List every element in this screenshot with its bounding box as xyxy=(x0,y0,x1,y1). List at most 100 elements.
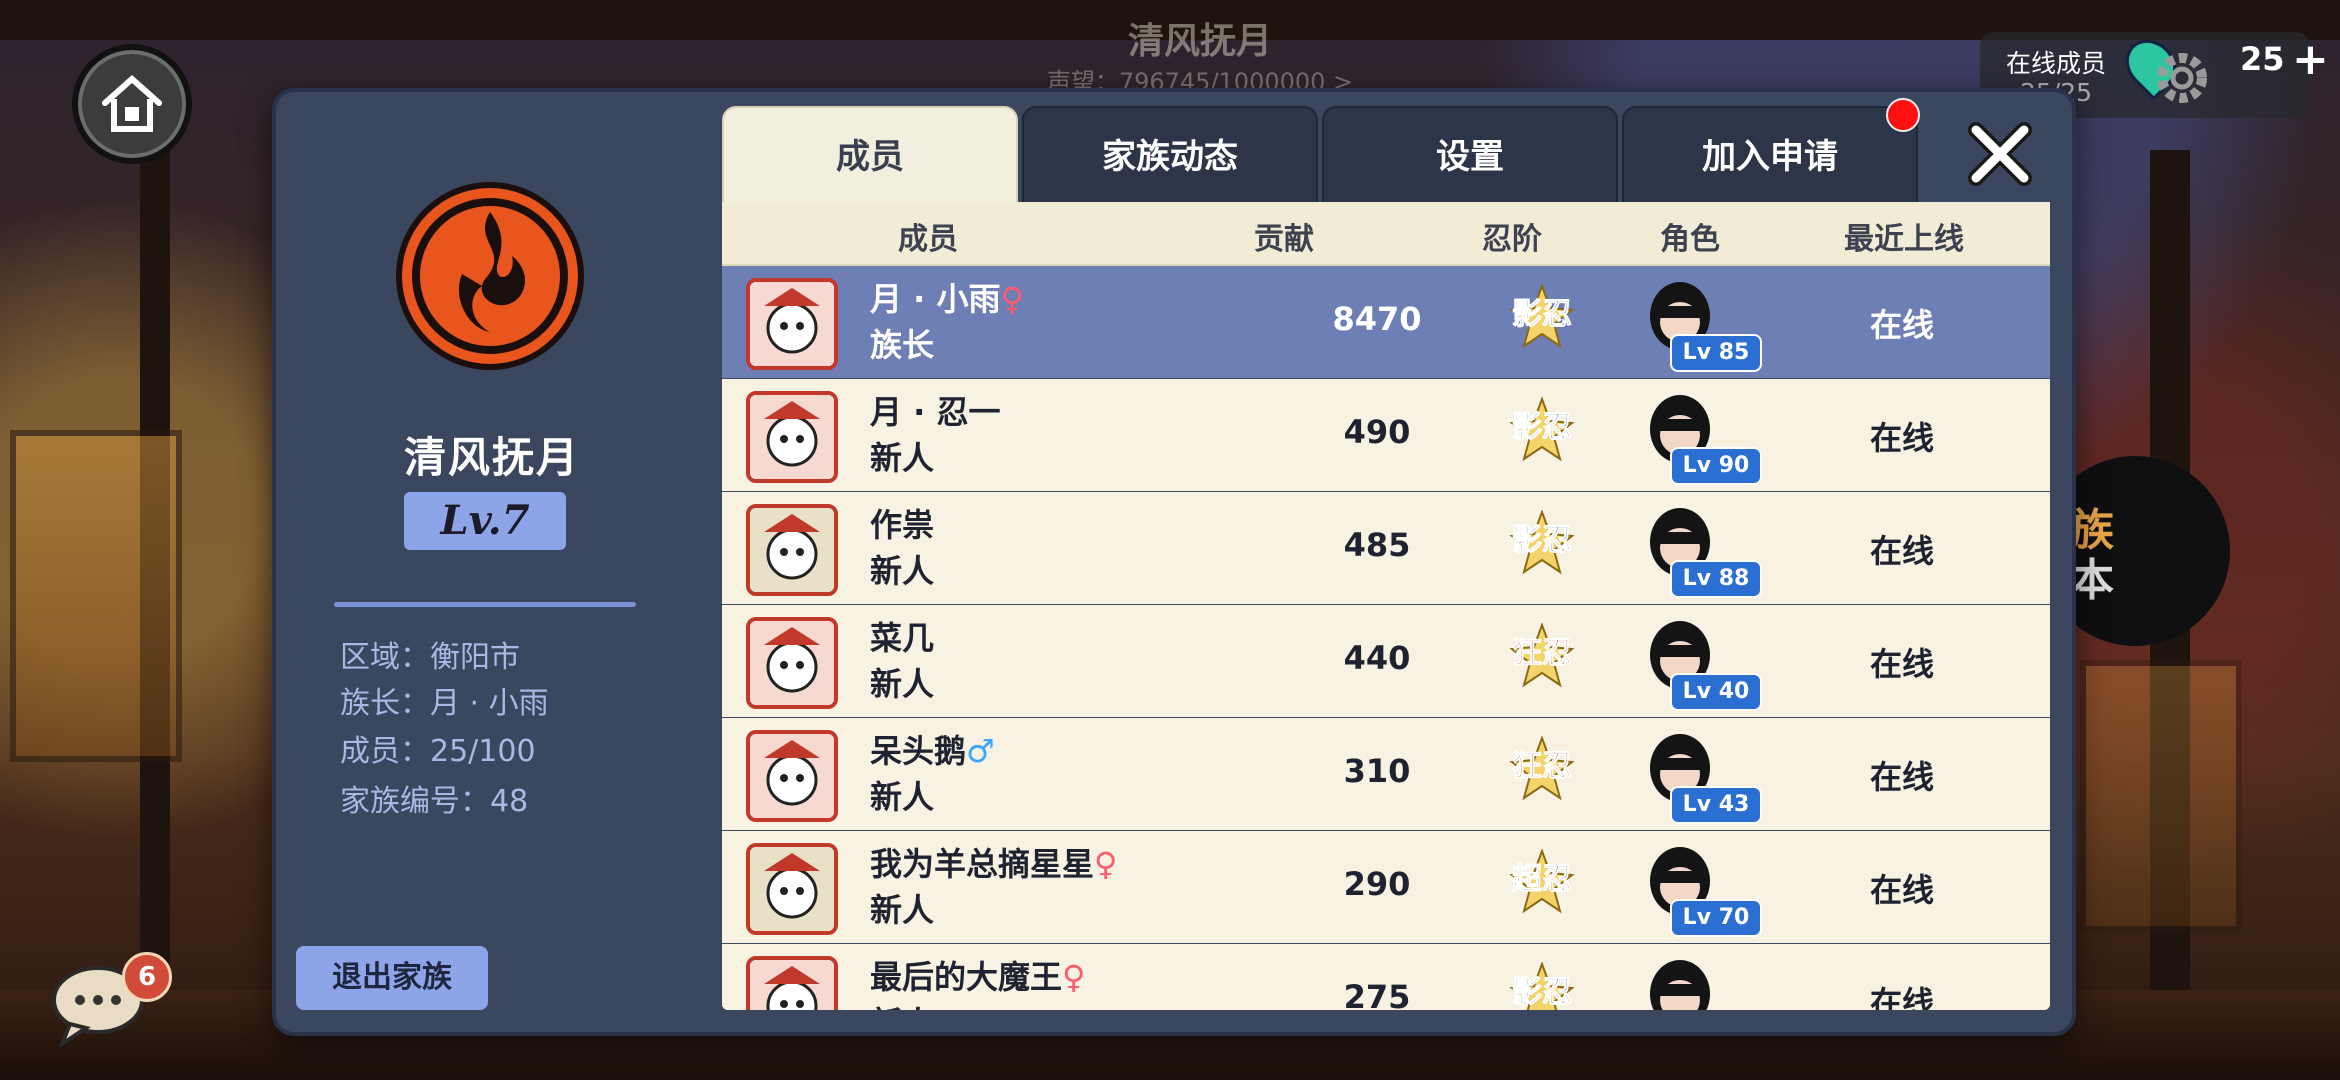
avatar-icon xyxy=(750,282,834,366)
member-name-text: 最后的大魔王 xyxy=(870,958,1063,996)
ninja-rank-badge: 影忍 xyxy=(1509,284,1575,349)
member-rank: 新人 xyxy=(870,552,935,590)
role-portrait-icon[interactable] xyxy=(1622,948,1738,1010)
member-contribution: 310 xyxy=(1343,752,1411,790)
member-avatar[interactable] xyxy=(746,617,838,709)
ninja-rank-text: 影忍 xyxy=(1512,298,1572,331)
header-ninja-rank: 忍阶 xyxy=(1482,222,1542,257)
ninja-rank-badge: 影忍 xyxy=(1509,510,1575,575)
table-row[interactable]: 最后的大魔王♀ 新人 275 影忍 Lv 72 在线 xyxy=(722,944,2050,1010)
table-row[interactable]: 月 · 忍一 新人 490 影忍 Lv 90 在线 xyxy=(722,379,2050,494)
ninja-rank-text: 狂忍 xyxy=(1512,750,1572,783)
close-icon[interactable] xyxy=(1964,118,2036,190)
member-name-text: 呆头鹅 xyxy=(870,732,967,770)
member-avatar[interactable] xyxy=(746,278,838,370)
gear-icon[interactable] xyxy=(2150,46,2214,110)
family-id: 家族编号：48 xyxy=(340,784,529,819)
member-name-text: 我为羊总摘星星 xyxy=(870,845,1095,883)
avatar-icon xyxy=(750,847,834,931)
member-name-text: 菜几 xyxy=(870,619,935,657)
ninja-rank-badge: 影忍 xyxy=(1509,962,1575,1010)
member-rank: 族长 xyxy=(870,326,935,364)
member-last-online: 在线 xyxy=(1869,758,1934,796)
lantern-window xyxy=(10,430,182,762)
member-name: 我为羊总摘星星♀ xyxy=(870,839,1117,885)
table-row[interactable]: 作祟 新人 485 影忍 Lv 88 在线 xyxy=(722,492,2050,607)
table-row[interactable]: 呆头鹅♂ 新人 310 狂忍 Lv 43 在线 xyxy=(722,718,2050,833)
member-contribution: 440 xyxy=(1343,639,1411,677)
chat-notification-badge: 6 xyxy=(122,952,172,1002)
role-level: Lv 43 xyxy=(1670,786,1762,824)
member-rank: 新人 xyxy=(870,891,935,929)
member-rank: 新人 xyxy=(870,439,935,477)
tab-settings[interactable]: 设置 xyxy=(1322,106,1618,208)
member-name: 最后的大魔王♀ xyxy=(870,952,1085,998)
tab-family-activity[interactable]: 家族动态 xyxy=(1022,106,1318,208)
member-name-text: 作祟 xyxy=(870,506,935,544)
member-contribution: 485 xyxy=(1343,526,1411,564)
player-count: 25 xyxy=(2240,40,2285,78)
tab-join-requests[interactable]: 加入申请 xyxy=(1622,106,1918,208)
ninja-rank-badge: 超忍 xyxy=(1509,849,1575,914)
role-level: Lv 70 xyxy=(1670,899,1762,937)
member-avatar[interactable] xyxy=(746,956,838,1010)
avatar-icon xyxy=(750,734,834,818)
gender-icon: ♀ xyxy=(1000,280,1024,318)
member-contribution: 8470 xyxy=(1332,300,1422,338)
family-level-badge: Lv.7 xyxy=(404,492,566,550)
member-rank: 新人 xyxy=(870,778,935,816)
ninja-rank-text: 狂忍 xyxy=(1512,637,1572,670)
add-button[interactable]: + xyxy=(2292,34,2329,85)
member-name: 月 · 小雨♀ xyxy=(870,274,1024,320)
table-row[interactable]: 菜几 新人 440 狂忍 Lv 40 在线 xyxy=(722,605,2050,720)
ninja-rank-text: 影忍 xyxy=(1512,411,1572,444)
member-avatar[interactable] xyxy=(746,391,838,483)
header-role: 角色 xyxy=(1660,222,1720,257)
member-name: 呆头鹅♂ xyxy=(870,726,995,772)
ninja-rank-text: 影忍 xyxy=(1512,976,1572,1009)
header-member: 成员 xyxy=(898,222,958,257)
family-leader: 族长：月 · 小雨 xyxy=(340,686,549,721)
member-contribution: 275 xyxy=(1343,978,1411,1010)
role-level: Lv 85 xyxy=(1670,334,1762,372)
member-avatar[interactable] xyxy=(746,843,838,935)
avatar-icon xyxy=(750,508,834,592)
member-name: 月 · 忍一 xyxy=(870,387,1000,433)
member-name: 菜几 xyxy=(870,613,934,659)
header-last-online: 最近上线 xyxy=(1844,222,1964,257)
family-base-label-2: 本 xyxy=(2070,555,2114,606)
role-level: Lv 88 xyxy=(1670,560,1762,598)
table-row[interactable]: 月 · 小雨♀ 族长 8470 影忍 Lv 85 在线 xyxy=(722,266,2050,381)
member-avatar[interactable] xyxy=(746,504,838,596)
member-name: 作祟 xyxy=(870,500,934,546)
quit-family-button[interactable]: 退出家族 xyxy=(296,946,488,1010)
member-last-online: 在线 xyxy=(1869,419,1934,457)
members-table: 成员 贡献 忍阶 角色 最近上线 月 · 小雨♀ 族长 8470 影忍 Lv 8… xyxy=(722,202,2050,1010)
gender-icon: ♀ xyxy=(1094,845,1118,883)
gender-icon: ♀ xyxy=(1062,958,1086,996)
ninja-rank-badge: 狂忍 xyxy=(1509,736,1575,801)
member-last-online: 在线 xyxy=(1869,984,1934,1010)
role-level: Lv 40 xyxy=(1670,673,1762,711)
avatar-icon xyxy=(750,621,834,705)
avatar-icon xyxy=(750,960,834,1010)
family-members: 成员：25/100 xyxy=(340,734,536,769)
tab-members[interactable]: 成员 xyxy=(722,106,1018,208)
ninja-rank-text: 影忍 xyxy=(1512,524,1572,557)
ninja-rank-badge: 狂忍 xyxy=(1509,623,1575,688)
gender-icon: ♂ xyxy=(966,732,995,770)
header-contribution: 贡献 xyxy=(1254,222,1314,257)
role-level: Lv 90 xyxy=(1670,447,1762,485)
member-contribution: 490 xyxy=(1343,413,1411,451)
member-avatar[interactable] xyxy=(746,730,838,822)
table-header: 成员 贡献 忍阶 角色 最近上线 xyxy=(722,202,2050,266)
member-last-online: 在线 xyxy=(1869,645,1934,683)
member-name-text: 月 · 小雨 xyxy=(870,280,1001,318)
notification-dot xyxy=(1886,98,1920,132)
table-row[interactable]: 我为羊总摘星星♀ 新人 290 超忍 Lv 70 在线 xyxy=(722,831,2050,946)
home-button[interactable] xyxy=(72,44,192,164)
divider xyxy=(334,602,636,607)
member-contribution: 290 xyxy=(1343,865,1411,903)
member-rank: 新人 xyxy=(870,665,935,703)
member-last-online: 在线 xyxy=(1869,532,1934,570)
